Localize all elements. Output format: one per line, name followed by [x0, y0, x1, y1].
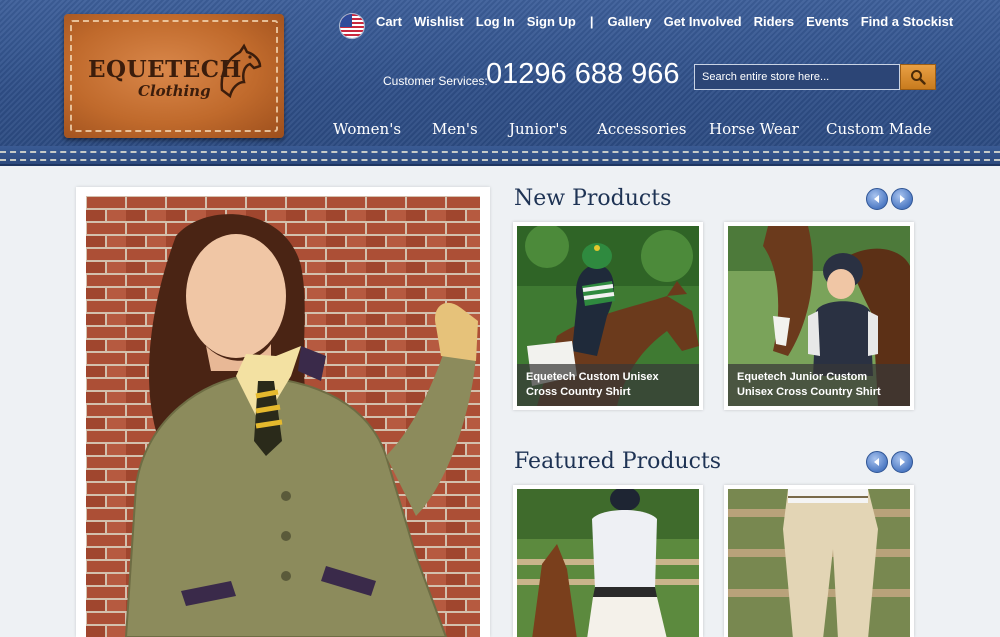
topnav-events[interactable]: Events — [806, 14, 849, 32]
arrow-left-icon — [874, 195, 879, 203]
customer-services-label: Customer Services: — [383, 74, 488, 88]
featured-products-title: Featured Products — [514, 449, 722, 474]
us-flag-icon[interactable] — [339, 13, 365, 39]
product-card[interactable]: Equetech Junior Custom Unisex Cross Coun… — [724, 222, 914, 410]
top-nav: Cart Wishlist Log In Sign Up | Gallery G… — [376, 14, 965, 32]
arrow-left-icon — [874, 458, 879, 466]
search-button[interactable] — [900, 64, 936, 90]
mainnav-accessories[interactable]: Accessories — [597, 120, 686, 138]
logo-subtitle: Clothing — [138, 82, 211, 100]
topnav-gallery[interactable]: Gallery — [608, 14, 652, 32]
denim-stitch-band — [0, 146, 1000, 166]
topnav-wishlist[interactable]: Wishlist — [414, 14, 464, 32]
product-card[interactable]: Equetech Custom Unisex Cross Country Shi… — [513, 222, 703, 410]
new-products-next-button[interactable] — [891, 188, 913, 210]
customer-services-phone: 01296 688 966 — [486, 58, 680, 90]
new-products-prev-button[interactable] — [866, 188, 888, 210]
product-caption: Equetech Custom Unisex Cross Country Shi… — [517, 364, 699, 406]
topnav-separator: | — [589, 14, 594, 29]
arrow-right-icon — [900, 195, 905, 203]
topnav-get-involved[interactable]: Get Involved — [664, 14, 742, 32]
product-card[interactable] — [724, 485, 914, 637]
product-card[interactable] — [513, 485, 703, 637]
product-image: Equetech Custom Unisex Cross Country Shi… — [517, 226, 699, 406]
topnav-login[interactable]: Log In — [476, 14, 515, 32]
topnav-cart[interactable]: Cart — [376, 14, 402, 32]
mainnav-juniors[interactable]: Junior's — [509, 120, 567, 138]
product-caption: Equetech Junior Custom Unisex Cross Coun… — [728, 364, 910, 406]
featured-products-next-button[interactable] — [891, 451, 913, 473]
search-input[interactable] — [694, 64, 900, 90]
search-icon — [911, 70, 926, 85]
topnav-signup[interactable]: Sign Up — [527, 14, 576, 32]
topnav-riders[interactable]: Riders — [754, 14, 794, 32]
logo[interactable]: EQUETECH Clothing — [64, 14, 284, 138]
mainnav-horse-wear[interactable]: Horse Wear — [709, 120, 799, 138]
product-image: Equetech Junior Custom Unisex Cross Coun… — [728, 226, 910, 406]
product-image — [728, 489, 910, 637]
hero-image — [86, 196, 480, 637]
new-products-title: New Products — [514, 186, 672, 211]
mainnav-mens[interactable]: Men's — [432, 120, 478, 138]
stitch-line-lower — [0, 159, 1000, 161]
product-image — [517, 489, 699, 637]
featured-products-prev-button[interactable] — [866, 451, 888, 473]
mainnav-womens[interactable]: Women's — [333, 120, 401, 138]
horse-head-icon — [220, 43, 262, 99]
topnav-find-stockist[interactable]: Find a Stockist — [861, 14, 953, 32]
hero-banner[interactable] — [76, 187, 490, 637]
arrow-right-icon — [900, 458, 905, 466]
site-header: EQUETECH Clothing Cart Wishlist Log In S… — [0, 0, 1000, 166]
mainnav-custom-made[interactable]: Custom Made — [826, 120, 932, 138]
stitch-line-upper — [0, 151, 1000, 153]
